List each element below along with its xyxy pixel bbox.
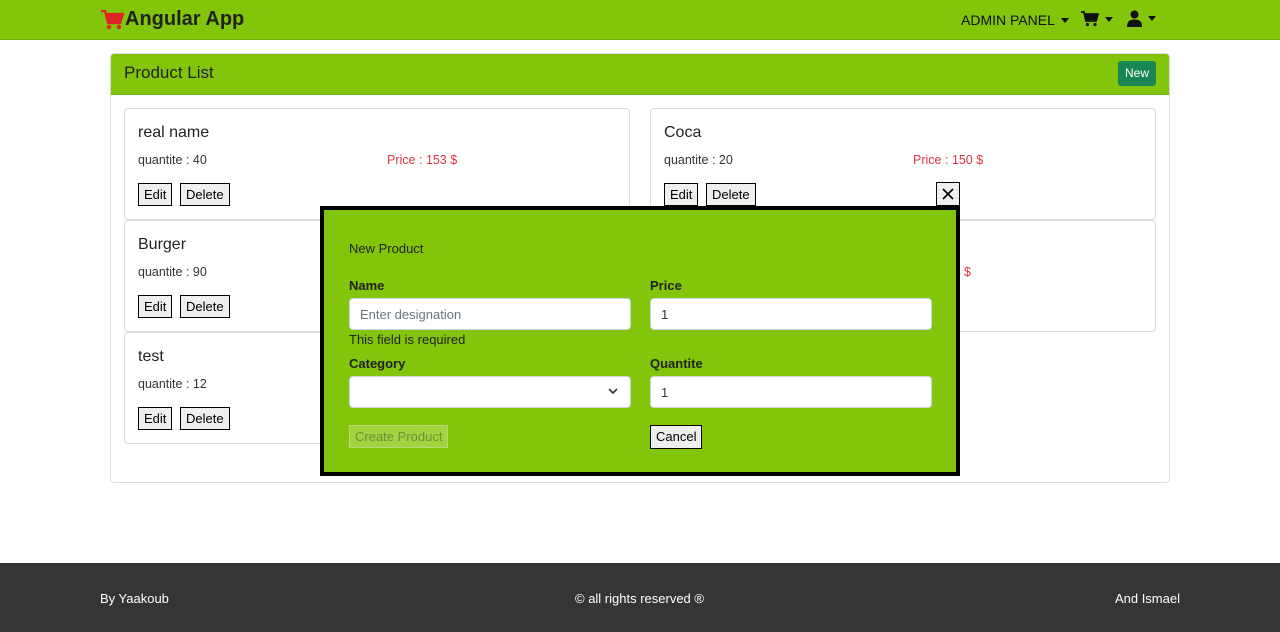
- edit-button[interactable]: Edit: [138, 183, 173, 206]
- product-quantity: quantite : 12: [138, 377, 207, 391]
- category-label: Category: [349, 356, 406, 371]
- modal-title: New Product: [349, 241, 424, 256]
- product-card: real name quantite : 40 Price : 153 $ Ed…: [124, 108, 630, 220]
- chevron-down-icon: [1105, 16, 1113, 22]
- category-select[interactable]: [349, 376, 631, 408]
- price-input[interactable]: [650, 298, 932, 330]
- delete-button[interactable]: Delete: [180, 183, 230, 206]
- name-error: This field is required: [349, 332, 466, 347]
- product-quantity: quantite : 20: [664, 153, 733, 167]
- name-input[interactable]: [349, 298, 631, 330]
- brand[interactable]: Angular App: [100, 8, 244, 31]
- top-navbar: Angular App ADMIN PANEL: [0, 0, 1280, 40]
- close-modal-button[interactable]: [936, 182, 960, 206]
- product-name: test: [138, 348, 164, 365]
- product-list-header: Product List New: [111, 54, 1169, 95]
- footer: By Yaakoub © all rights reserved ® And I…: [0, 563, 1280, 632]
- cart-icon: [1081, 11, 1099, 27]
- edit-button[interactable]: Edit: [138, 407, 173, 430]
- chevron-down-icon: [1148, 16, 1156, 21]
- cancel-button[interactable]: Cancel: [650, 425, 703, 449]
- product-list-title: Product List: [124, 63, 214, 82]
- chevron-down-icon: [608, 388, 618, 395]
- delete-button[interactable]: Delete: [180, 407, 230, 430]
- user-dropdown[interactable]: [1127, 10, 1156, 27]
- chevron-down-icon: [1060, 17, 1069, 23]
- footer-copyright: © all rights reserved ®: [575, 591, 704, 606]
- price-label: Price: [650, 278, 682, 293]
- product-card: Coca quantite : 20 Price : 150 $ Edit De…: [650, 108, 1156, 220]
- product-name: Coca: [664, 124, 702, 141]
- footer-right: And Ismael: [1114, 591, 1180, 606]
- quantite-input[interactable]: [650, 376, 932, 408]
- edit-button[interactable]: Edit: [664, 183, 699, 206]
- create-product-button[interactable]: Create Product: [349, 425, 449, 448]
- quantite-label: Quantite: [650, 356, 703, 371]
- new-product-button[interactable]: New: [1118, 61, 1156, 86]
- product-price: Price : 150 $: [913, 153, 984, 167]
- cart-dropdown[interactable]: [1081, 11, 1113, 27]
- shopping-cart-icon: [101, 9, 124, 29]
- product-name: real name: [138, 124, 210, 141]
- product-quantity: quantite : 40: [138, 153, 207, 167]
- product-price: $: [964, 265, 971, 279]
- product-name: Burger: [138, 236, 187, 253]
- admin-panel-label: ADMIN PANEL: [961, 12, 1055, 28]
- close-icon: [942, 188, 954, 200]
- admin-panel-dropdown[interactable]: ADMIN PANEL: [961, 12, 1069, 28]
- user-icon: [1127, 10, 1142, 27]
- brand-title: Angular App: [125, 8, 245, 30]
- name-label: Name: [349, 278, 385, 293]
- product-price: Price : 153 $: [387, 153, 458, 167]
- footer-left: By Yaakoub: [100, 591, 169, 606]
- delete-button[interactable]: Delete: [706, 183, 756, 206]
- new-product-modal: New Product Name This field is required …: [320, 206, 960, 476]
- edit-button[interactable]: Edit: [138, 295, 173, 318]
- delete-button[interactable]: Delete: [180, 295, 230, 318]
- product-quantity: quantite : 90: [138, 265, 207, 279]
